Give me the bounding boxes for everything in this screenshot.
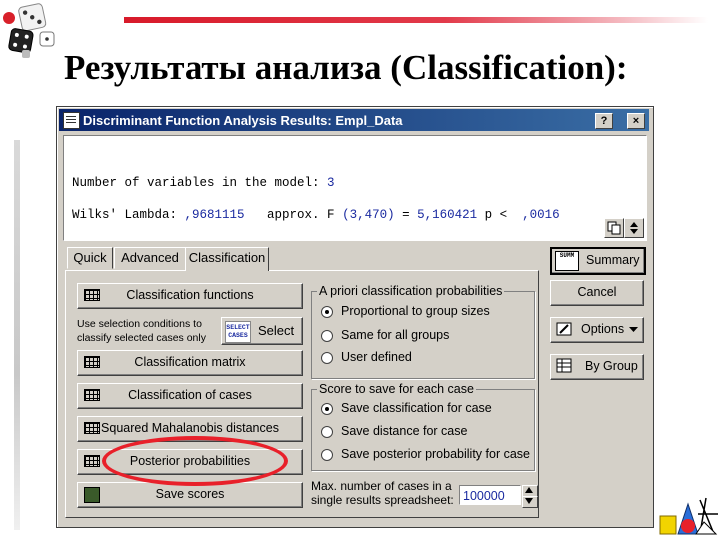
p-value: ,0016 [522, 208, 560, 222]
radio-same-for-all[interactable] [321, 330, 333, 342]
down-arrow-icon [525, 498, 533, 504]
cancel-button[interactable]: Cancel [550, 280, 644, 306]
score-save-legend: Score to save for each case [317, 382, 476, 396]
close-button[interactable]: × [627, 113, 645, 129]
side-rule [14, 140, 20, 530]
radio-user-defined-label[interactable]: User defined [341, 350, 412, 364]
wilks-lambda-line: Wilks' Lambda: ,9681115 approx. F (3,470… [72, 208, 560, 222]
by-group-icon [556, 358, 572, 373]
copy-icon [607, 221, 621, 235]
radio-save-posterior[interactable] [321, 449, 333, 461]
up-arrow-icon [525, 487, 533, 493]
summary-icon-text: SUMM [559, 252, 575, 259]
select-icon-line1: SELECT [226, 324, 250, 331]
button-label: Classification functions [126, 288, 254, 302]
tab-advanced[interactable]: Advanced [114, 247, 186, 269]
variables-count-line: Number of variables in the model: 3 [72, 176, 335, 190]
dropdown-arrow-icon [629, 327, 638, 332]
approx-label: approx. F [244, 208, 343, 222]
button-label: Save scores [155, 487, 225, 501]
button-label: Squared Mahalanobis distances [101, 421, 279, 435]
help-button[interactable]: ? [595, 113, 613, 129]
radio-save-distance-label[interactable]: Save distance for case [341, 424, 467, 438]
tab-quick[interactable]: Quick [67, 247, 113, 269]
app-icon [63, 112, 80, 129]
wilks-value: ,9681115 [184, 208, 245, 222]
by-group-button[interactable]: By Group [550, 354, 644, 380]
a-priori-legend: A priori classification probabilities [317, 284, 505, 298]
tab-classification[interactable]: Classification [185, 247, 269, 271]
select-icon-line2: CASES [228, 332, 248, 339]
max-cases-label: Max. number of cases in a single results… [311, 479, 454, 507]
radio-proportional[interactable] [321, 306, 333, 318]
dice-logo [3, 3, 55, 58]
summary-icon: SUMM [555, 251, 579, 271]
options-icon [556, 322, 572, 336]
slide-title: Результаты анализа (Classification): [64, 48, 628, 87]
f-value: 5,160421 [417, 208, 478, 222]
variables-label: Number of variables in the model: [72, 176, 328, 190]
selection-note: Use selection conditions to classify sel… [77, 317, 206, 345]
selection-note-line1: Use selection conditions to [77, 318, 202, 330]
by-group-label: By Group [585, 359, 638, 373]
button-label: Classification matrix [134, 355, 246, 369]
button-label: Classification of cases [128, 388, 252, 402]
radio-save-classification[interactable] [321, 403, 333, 415]
f-df: (3,470) [342, 208, 395, 222]
summary-button[interactable]: SUMM Summary [550, 247, 646, 275]
select-cases-button[interactable]: SELECT CASES Select [221, 317, 303, 345]
scroll-toggle-button[interactable] [624, 218, 644, 238]
radio-save-distance[interactable] [321, 426, 333, 438]
results-output: Number of variables in the model: 3 Wilk… [63, 135, 647, 241]
window-title: Discriminant Function Analysis Results: … [83, 113, 403, 128]
options-button[interactable]: Options [550, 317, 644, 343]
radio-same-for-all-label[interactable]: Same for all groups [341, 328, 449, 342]
spin-down-button[interactable] [522, 496, 538, 508]
max-cases-input[interactable]: 100000 [459, 485, 521, 505]
max-cases-label-line1: Max. number of cases in a [311, 479, 452, 493]
summary-label: Summary [586, 253, 640, 267]
cancel-label: Cancel [577, 285, 617, 299]
radio-save-posterior-label[interactable]: Save posterior probability for case [341, 447, 530, 461]
copy-output-button[interactable] [604, 218, 624, 238]
equals-sign: = [394, 208, 418, 222]
radio-save-classification-label[interactable]: Save classification for case [341, 401, 492, 415]
variables-value: 3 [327, 176, 335, 190]
math-clipart [659, 497, 718, 535]
radio-proportional-label[interactable]: Proportional to group sizes [341, 304, 490, 318]
options-label: Options [581, 322, 625, 336]
classification-functions-button[interactable]: Classification functions [77, 283, 303, 309]
classification-of-cases-button[interactable]: Classification of cases [77, 383, 303, 409]
wilks-label: Wilks' Lambda: [72, 208, 185, 222]
header-rule [124, 17, 708, 23]
radio-user-defined[interactable] [321, 352, 333, 364]
select-cases-icon: SELECT CASES [225, 321, 251, 343]
max-cases-label-line2: single results spreadsheet: [311, 493, 454, 507]
title-bar[interactable]: Discriminant Function Analysis Results: … [59, 109, 649, 131]
highlight-ellipse [102, 436, 288, 486]
updown-arrows-icon [630, 222, 638, 234]
classification-matrix-button[interactable]: Classification matrix [77, 350, 303, 376]
p-label: p < [477, 208, 523, 222]
select-label: Select [258, 323, 295, 338]
selection-note-line2: classify selected cases only [77, 332, 206, 344]
